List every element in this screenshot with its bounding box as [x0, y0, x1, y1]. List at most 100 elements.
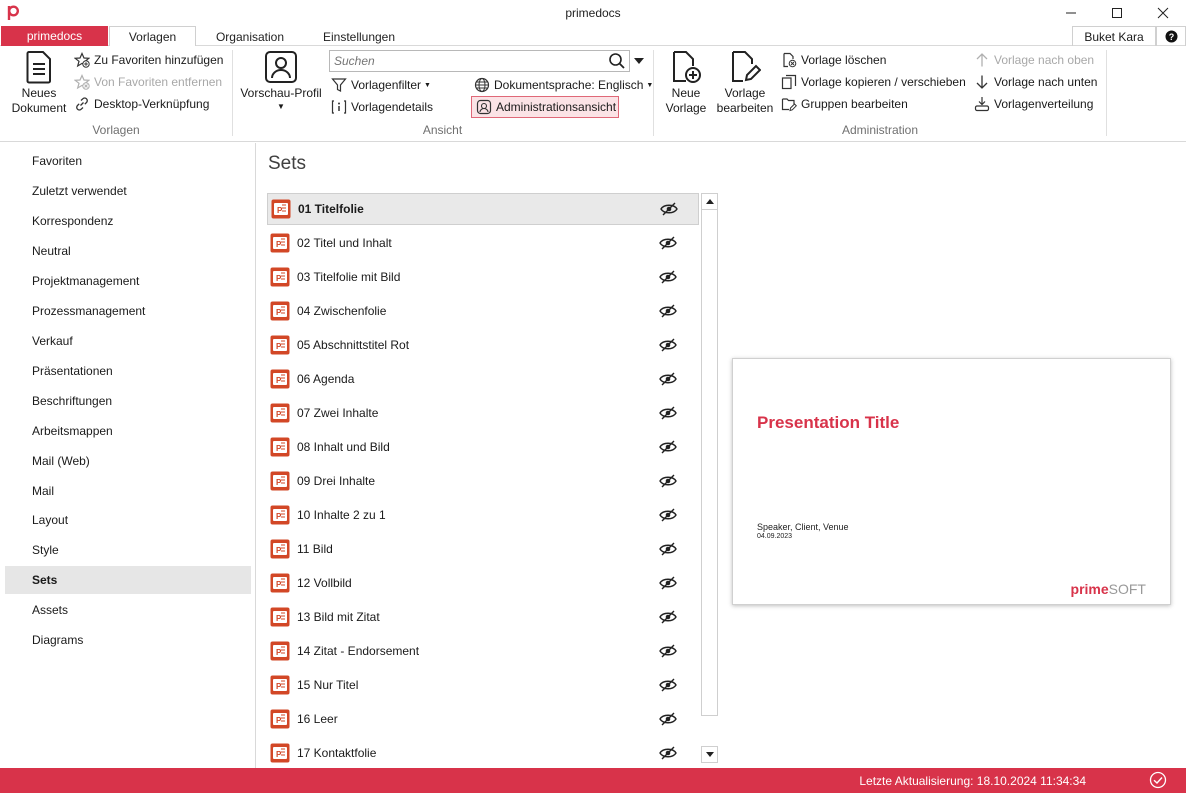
group-label-vorlagen: Vorlagen [92, 123, 140, 137]
move-up-button[interactable]: Vorlage nach oben [974, 51, 1094, 69]
search-field[interactable] [329, 50, 630, 72]
minimize-button[interactable] [1048, 0, 1094, 26]
visibility-icon[interactable] [659, 236, 677, 250]
template-details-button[interactable]: Vorlagendetails [331, 98, 433, 116]
search-icon[interactable] [608, 52, 626, 70]
copy-move-template-button[interactable]: Vorlage kopieren / verschieben [781, 73, 966, 91]
template-row[interactable]: P 03 Titelfolie mit Bild [267, 261, 699, 293]
visibility-icon[interactable] [659, 542, 677, 556]
add-favorite-button[interactable]: Zu Favoriten hinzufügen [74, 51, 223, 69]
sidebar-item-beschriftungen[interactable]: Beschriftungen [5, 387, 251, 415]
sidebar-item-neutral[interactable]: Neutral [5, 237, 251, 265]
visibility-icon[interactable] [659, 644, 677, 658]
template-row[interactable]: P 04 Zwischenfolie [267, 295, 699, 327]
sidebar-item-diagrams[interactable]: Diagrams [5, 626, 251, 654]
edit-template-label-1: Vorlage [724, 86, 766, 100]
template-name: 16 Leer [297, 712, 338, 726]
template-row[interactable]: P 13 Bild mit Zitat [267, 601, 699, 633]
template-row[interactable]: P 02 Titel und Inhalt [267, 227, 699, 259]
sidebar-item-sets[interactable]: Sets [5, 566, 251, 594]
group-label-ansicht: Ansicht [422, 123, 463, 137]
sidebar-item-verkauf[interactable]: Verkauf [5, 327, 251, 355]
template-row[interactable]: P 11 Bild [267, 533, 699, 565]
desktop-link-label: Desktop-Verknüpfung [94, 97, 210, 111]
powerpoint-icon: P [270, 437, 290, 457]
move-down-button[interactable]: Vorlage nach unten [974, 73, 1097, 91]
visibility-icon[interactable] [659, 712, 677, 726]
visibility-icon[interactable] [659, 372, 677, 386]
search-dropdown-button[interactable] [634, 52, 648, 70]
sidebar-item-layout[interactable]: Layout [5, 506, 251, 534]
sidebar-item-mail-web[interactable]: Mail (Web) [5, 447, 251, 475]
template-row[interactable]: P 15 Nur Titel [267, 669, 699, 701]
sidebar-item-style[interactable]: Style [5, 536, 251, 564]
sidebar-item-arbeitsmappen[interactable]: Arbeitsmappen [5, 417, 251, 445]
visibility-icon[interactable] [659, 746, 677, 760]
template-name: 14 Zitat - Endorsement [297, 644, 420, 658]
sidebar-item-prozessmanagement[interactable]: Prozessmanagement [5, 297, 251, 325]
distribution-button[interactable]: Vorlagenverteilung [974, 95, 1093, 113]
template-row[interactable]: P 14 Zitat - Endorsement [267, 635, 699, 667]
visibility-icon[interactable] [659, 508, 677, 522]
list-scrollbar[interactable] [701, 193, 718, 716]
new-template-button[interactable]: Neue Vorlage [660, 50, 712, 116]
delete-template-button[interactable]: Vorlage löschen [781, 51, 886, 69]
edit-template-button[interactable]: Vorlage bearbeiten [715, 50, 775, 116]
visibility-icon[interactable] [659, 610, 677, 624]
visibility-icon[interactable] [659, 304, 677, 318]
desktop-link-button[interactable]: Desktop-Verknüpfung [74, 95, 209, 113]
visibility-icon[interactable] [659, 678, 677, 692]
sidebar-item-praesentationen[interactable]: Präsentationen [5, 357, 251, 385]
preview-profile-button[interactable]: Vorschau-Profil ▼ [238, 50, 324, 113]
search-input[interactable] [330, 52, 608, 70]
sidebar-item-favoriten[interactable]: Favoriten [5, 147, 251, 175]
template-row[interactable]: P 16 Leer [267, 703, 699, 735]
sidebar-item-projektmanagement[interactable]: Projektmanagement [5, 267, 251, 295]
template-filter-label: Vorlagenfilter [351, 78, 422, 92]
template-name: 11 Bild [297, 542, 333, 556]
close-button[interactable] [1140, 0, 1186, 26]
template-row[interactable]: P 10 Inhalte 2 zu 1 [267, 499, 699, 531]
sidebar-item-korrespondenz[interactable]: Korrespondenz [5, 207, 251, 235]
template-row[interactable]: P 12 Vollbild [267, 567, 699, 599]
template-preview: Presentation Title Speaker, Client, Venu… [732, 358, 1171, 605]
close-icon [1157, 7, 1169, 19]
template-row[interactable]: P 05 Abschnittstitel Rot [267, 329, 699, 361]
maximize-button[interactable] [1094, 0, 1140, 26]
new-document-button[interactable]: Neues Dokument [10, 50, 68, 116]
doc-language-button[interactable]: Dokumentsprache: Englisch ▼ [474, 76, 653, 94]
template-row[interactable]: P 17 Kontaktfolie [267, 737, 699, 767]
tab-vorlagen[interactable]: Vorlagen [109, 26, 196, 47]
template-row[interactable]: P 09 Drei Inhalte [267, 465, 699, 497]
user-account-button[interactable]: Buket Kara [1072, 26, 1156, 46]
remove-favorite-button[interactable]: Von Favoriten entfernen [74, 73, 222, 91]
template-row[interactable]: P 08 Inhalt und Bild [267, 431, 699, 463]
visibility-icon[interactable] [659, 576, 677, 590]
copy-icon [781, 74, 797, 90]
remove-favorite-icon [74, 74, 90, 90]
template-filter-button[interactable]: Vorlagenfilter ▼ [331, 76, 431, 94]
template-row[interactable]: P 06 Agenda [267, 363, 699, 395]
visibility-icon[interactable] [659, 474, 677, 488]
scroll-down-button[interactable] [701, 746, 718, 763]
help-button[interactable]: ? [1156, 26, 1186, 46]
visibility-icon[interactable] [660, 202, 678, 216]
scroll-up-button[interactable] [701, 193, 718, 210]
template-row[interactable]: P 01 Titelfolie [267, 193, 699, 225]
ribbon: Neues Dokument Zu Favoriten hinzufügen V… [0, 46, 1186, 142]
template-row[interactable]: P 07 Zwei Inhalte [267, 397, 699, 429]
sidebar-item-zuletzt-verwendet[interactable]: Zuletzt verwendet [5, 177, 251, 205]
powerpoint-icon: P [270, 403, 290, 423]
visibility-icon[interactable] [659, 406, 677, 420]
tab-brand-primedocs[interactable]: primedocs [1, 26, 108, 46]
tab-organisation[interactable]: Organisation [196, 26, 304, 47]
status-bar: Letzte Aktualisierung: 18.10.2024 11:34:… [0, 768, 1186, 793]
edit-groups-button[interactable]: Gruppen bearbeiten [781, 95, 908, 113]
visibility-icon[interactable] [659, 440, 677, 454]
admin-view-toggle[interactable]: Administrationsansicht [471, 96, 619, 118]
tab-einstellungen[interactable]: Einstellungen [304, 26, 414, 47]
visibility-icon[interactable] [659, 270, 677, 284]
sidebar-item-assets[interactable]: Assets [5, 596, 251, 624]
visibility-icon[interactable] [659, 338, 677, 352]
sidebar-item-mail[interactable]: Mail [5, 477, 251, 505]
